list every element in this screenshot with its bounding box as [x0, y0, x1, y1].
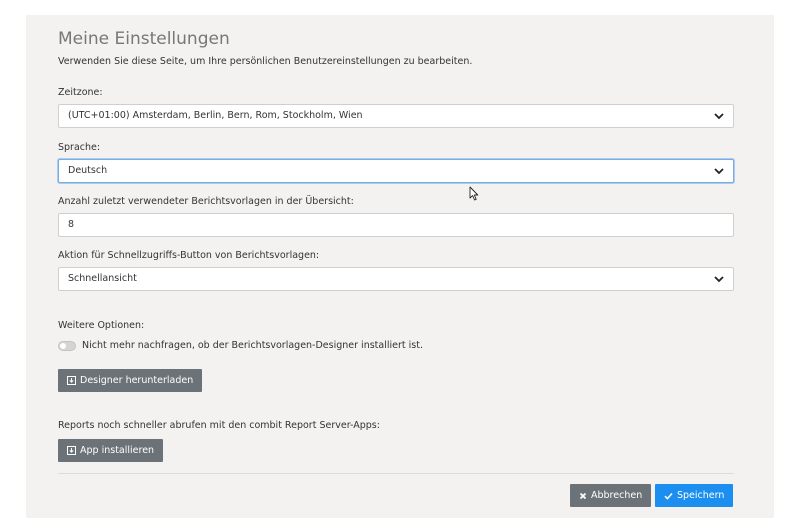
quick-action-select[interactable]: Schnellansicht: [58, 267, 734, 291]
download-icon: [67, 376, 76, 385]
download-designer-button[interactable]: Designer herunterladen: [58, 369, 203, 392]
quick-action-value: Schnellansicht: [68, 273, 137, 284]
language-select[interactable]: Deutsch: [58, 159, 734, 183]
page-title: Meine Einstellungen: [58, 29, 230, 49]
timezone-value: (UTC+01:00) Amsterdam, Berlin, Bern, Rom…: [68, 110, 363, 121]
install-app-button[interactable]: App installieren: [58, 439, 164, 462]
download-designer-label: Designer herunterladen: [80, 375, 194, 386]
page-subtitle: Verwenden Sie diese Seite, um Ihre persö…: [58, 56, 473, 67]
settings-panel: Meine Einstellungen Verwenden Sie diese …: [26, 15, 774, 518]
toggle-knob: [60, 343, 66, 349]
quick-action-label: Aktion für Schnellzugriffs-Button von Be…: [58, 250, 320, 261]
apps-label: Reports noch schneller abrufen mit den c…: [58, 420, 380, 431]
mouse-cursor-icon: [469, 186, 479, 201]
save-button[interactable]: Speichern: [655, 484, 734, 507]
cancel-label: Abbrechen: [591, 490, 643, 501]
recent-templates-input[interactable]: 8: [58, 213, 734, 237]
language-label: Sprache:: [58, 142, 101, 153]
chevron-down-icon: [714, 168, 724, 175]
options-label: Weitere Optionen:: [58, 320, 145, 331]
checkmark-icon: [664, 492, 673, 500]
recent-templates-value: 8: [68, 219, 75, 230]
cancel-button[interactable]: Abbrechen: [570, 484, 652, 507]
language-value: Deutsch: [68, 165, 108, 176]
timezone-select[interactable]: (UTC+01:00) Amsterdam, Berlin, Bern, Rom…: [58, 104, 734, 128]
chevron-down-icon: [714, 113, 724, 120]
timezone-label: Zeitzone:: [58, 87, 103, 98]
save-label: Speichern: [677, 490, 725, 501]
footer-divider: [58, 473, 734, 474]
designer-prompt-toggle[interactable]: [58, 341, 76, 351]
install-app-label: App installieren: [80, 445, 155, 456]
close-icon: [579, 492, 587, 499]
recent-templates-label: Anzahl zuletzt verwendeter Berichtsvorla…: [58, 196, 354, 207]
download-icon: [67, 446, 76, 455]
chevron-down-icon: [714, 276, 724, 283]
designer-prompt-toggle-label: Nicht mehr nachfragen, ob der Berichtsvo…: [82, 340, 423, 351]
